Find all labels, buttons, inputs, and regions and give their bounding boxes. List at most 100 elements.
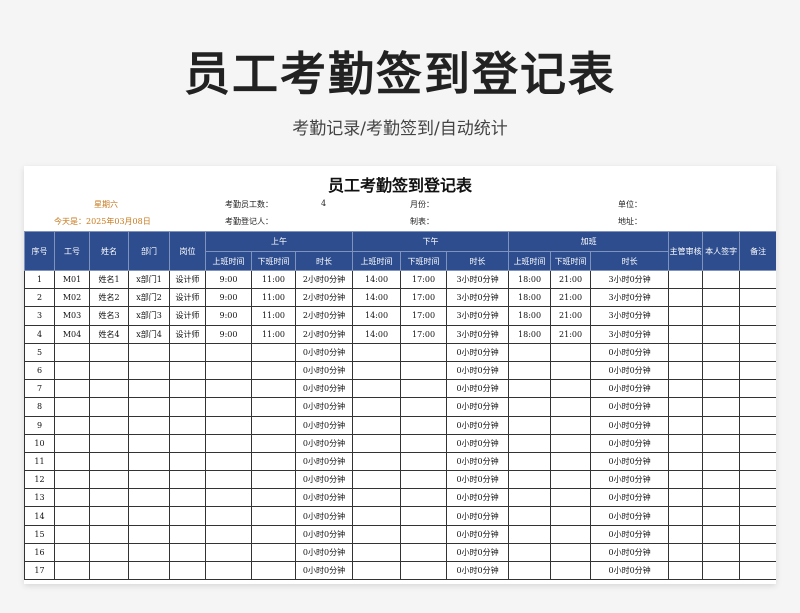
pm-end-cell[interactable]	[400, 397, 448, 417]
seq-cell[interactable]: 16	[24, 542, 55, 563]
ot-duration-cell[interactable]: 0小时0分钟	[590, 560, 670, 581]
pm-start-cell[interactable]	[352, 360, 402, 381]
pm-start-cell[interactable]	[352, 342, 402, 362]
pm-start-cell[interactable]: 14:00	[352, 269, 402, 290]
post-cell[interactable]: 设计师	[169, 288, 206, 308]
seq-cell[interactable]: 10	[24, 433, 55, 453]
am-end-cell[interactable]	[251, 542, 296, 563]
am-start-cell[interactable]	[205, 488, 252, 508]
seq-cell[interactable]: 8	[24, 397, 55, 417]
supervisor-cell[interactable]	[668, 470, 704, 490]
am-duration-cell[interactable]: 2小时0分钟	[294, 288, 354, 308]
ot-start-cell[interactable]: 18:00	[508, 324, 552, 344]
name-cell[interactable]	[89, 415, 129, 435]
supervisor-cell[interactable]	[668, 451, 704, 472]
ot-start-cell[interactable]	[508, 451, 552, 472]
am-end-cell[interactable]	[251, 560, 296, 581]
dept-cell[interactable]	[128, 433, 170, 453]
name-cell[interactable]	[89, 524, 129, 544]
name-cell[interactable]	[89, 379, 129, 399]
pm-duration-cell[interactable]: 0小时0分钟	[446, 433, 510, 453]
pm-end-cell[interactable]	[400, 524, 448, 544]
seq-cell[interactable]: 17	[24, 560, 55, 581]
pm-duration-cell[interactable]: 3小时0分钟	[446, 269, 510, 290]
ot-start-cell[interactable]	[508, 397, 552, 417]
ot-duration-cell[interactable]: 3小时0分钟	[590, 269, 670, 290]
pm-start-cell[interactable]: 14:00	[352, 288, 402, 308]
am-end-cell[interactable]	[251, 488, 296, 508]
supervisor-cell[interactable]	[668, 324, 704, 344]
post-cell[interactable]	[169, 542, 206, 563]
am-duration-cell[interactable]: 2小时0分钟	[294, 324, 354, 344]
supervisor-cell[interactable]	[668, 306, 704, 326]
remark-cell[interactable]	[739, 288, 776, 308]
supervisor-cell[interactable]	[668, 488, 704, 508]
ot-start-cell[interactable]	[508, 524, 552, 544]
supervisor-cell[interactable]	[668, 524, 704, 544]
dept-cell[interactable]	[128, 379, 170, 399]
post-cell[interactable]: 设计师	[169, 306, 206, 326]
pm-duration-cell[interactable]: 0小时0分钟	[446, 560, 510, 581]
am-start-cell[interactable]	[205, 433, 252, 453]
emp-id-cell[interactable]	[54, 470, 90, 490]
signature-cell[interactable]	[702, 451, 741, 472]
signature-cell[interactable]	[702, 269, 741, 290]
signature-cell[interactable]	[702, 488, 741, 508]
signature-cell[interactable]	[702, 342, 741, 362]
pm-start-cell[interactable]	[352, 451, 402, 472]
ot-duration-cell[interactable]: 0小时0分钟	[590, 451, 670, 472]
remark-cell[interactable]	[739, 488, 776, 508]
pm-end-cell[interactable]	[400, 415, 448, 435]
ot-end-cell[interactable]	[550, 360, 592, 381]
pm-duration-cell[interactable]: 0小时0分钟	[446, 524, 510, 544]
dept-cell[interactable]	[128, 524, 170, 544]
ot-end-cell[interactable]: 21:00	[550, 288, 592, 308]
am-end-cell[interactable]: 11:00	[251, 324, 296, 344]
remark-cell[interactable]	[739, 415, 776, 435]
dept-cell[interactable]	[128, 451, 170, 472]
am-duration-cell[interactable]: 0小时0分钟	[294, 379, 354, 399]
ot-start-cell[interactable]: 18:00	[508, 306, 552, 326]
signature-cell[interactable]	[702, 360, 741, 381]
post-cell[interactable]: 设计师	[169, 269, 206, 290]
seq-cell[interactable]: 1	[24, 269, 55, 290]
pm-duration-cell[interactable]: 0小时0分钟	[446, 397, 510, 417]
am-end-cell[interactable]	[251, 470, 296, 490]
name-cell[interactable]: 姓名2	[89, 288, 129, 308]
pm-duration-cell[interactable]: 0小时0分钟	[446, 470, 510, 490]
pm-duration-cell[interactable]: 0小时0分钟	[446, 360, 510, 381]
pm-end-cell[interactable]: 17:00	[400, 288, 448, 308]
am-start-cell[interactable]	[205, 470, 252, 490]
remark-cell[interactable]	[739, 542, 776, 563]
remark-cell[interactable]	[739, 506, 776, 526]
seq-cell[interactable]: 15	[24, 524, 55, 544]
am-start-cell[interactable]	[205, 342, 252, 362]
seq-cell[interactable]: 7	[24, 379, 55, 399]
ot-end-cell[interactable]	[550, 470, 592, 490]
ot-duration-cell[interactable]: 0小时0分钟	[590, 506, 670, 526]
am-duration-cell[interactable]: 2小时0分钟	[294, 269, 354, 290]
name-cell[interactable]	[89, 451, 129, 472]
am-end-cell[interactable]: 11:00	[251, 306, 296, 326]
pm-start-cell[interactable]	[352, 542, 402, 563]
pm-end-cell[interactable]: 17:00	[400, 269, 448, 290]
am-end-cell[interactable]: 11:00	[251, 269, 296, 290]
remark-cell[interactable]	[739, 324, 776, 344]
am-duration-cell[interactable]: 0小时0分钟	[294, 542, 354, 563]
ot-duration-cell[interactable]: 0小时0分钟	[590, 342, 670, 362]
ot-start-cell[interactable]	[508, 470, 552, 490]
remark-cell[interactable]	[739, 269, 776, 290]
am-start-cell[interactable]	[205, 524, 252, 544]
remark-cell[interactable]	[739, 306, 776, 326]
ot-duration-cell[interactable]: 0小时0分钟	[590, 542, 670, 563]
ot-end-cell[interactable]	[550, 488, 592, 508]
dept-cell[interactable]	[128, 360, 170, 381]
post-cell[interactable]	[169, 379, 206, 399]
am-end-cell[interactable]	[251, 379, 296, 399]
am-start-cell[interactable]	[205, 451, 252, 472]
ot-start-cell[interactable]	[508, 506, 552, 526]
signature-cell[interactable]	[702, 560, 741, 581]
emp-id-cell[interactable]	[54, 433, 90, 453]
emp-id-cell[interactable]: M01	[54, 269, 90, 290]
dept-cell[interactable]	[128, 542, 170, 563]
